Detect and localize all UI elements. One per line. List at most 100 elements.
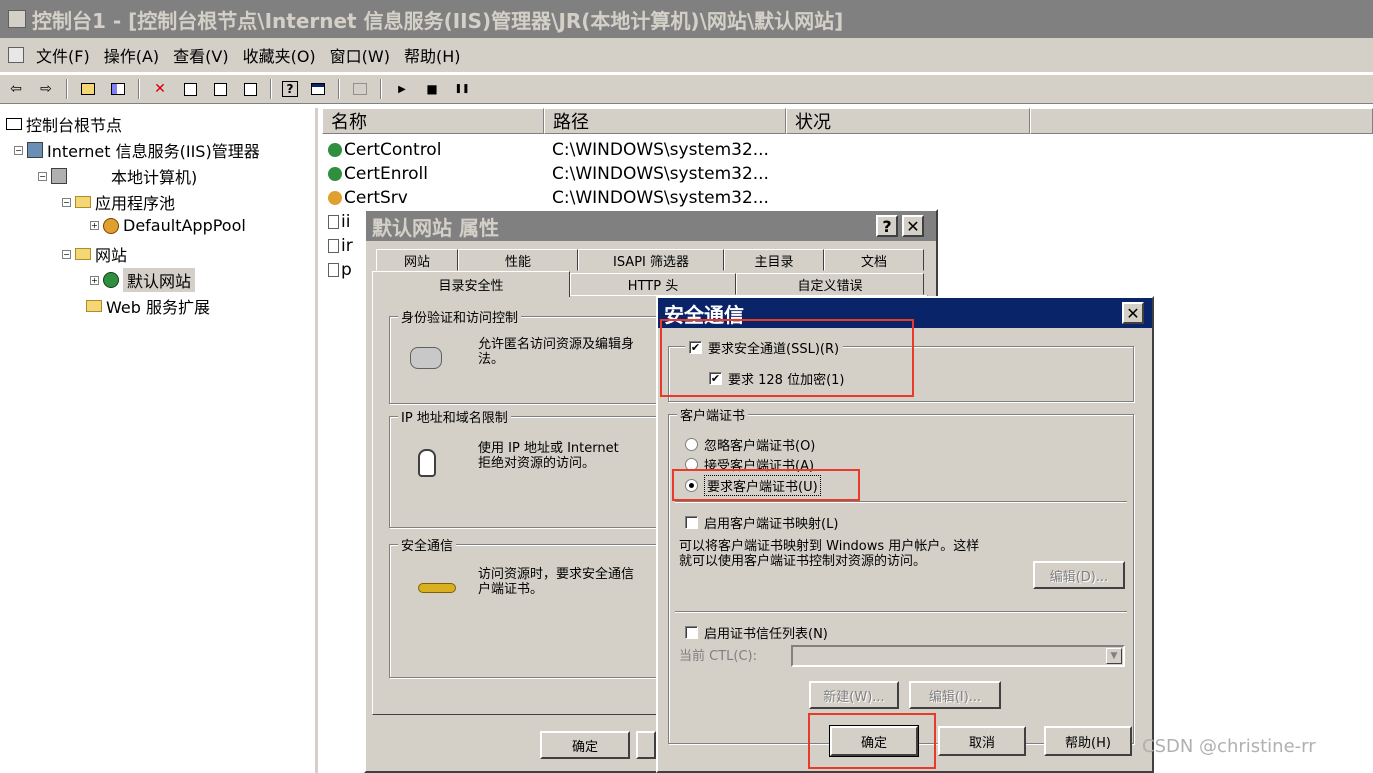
play-icon[interactable]: ▶ [392, 79, 412, 99]
show-hide-tree-icon[interactable] [108, 79, 128, 99]
annotation-highlight-ssl [660, 319, 914, 397]
toolbar-separator [138, 79, 140, 99]
toolbar: ⇦ ⇨ ✕ ? ▶ ■ ❚❚ [0, 74, 1373, 104]
toolbar-separator [66, 79, 68, 99]
tree-node-apppools[interactable]: − 应用程序池 [62, 190, 175, 214]
enable-cert-mapping-checkbox[interactable]: 启用客户端证书映射(L) [685, 513, 838, 532]
computer-icon[interactable] [350, 79, 370, 99]
key-icon [418, 583, 456, 593]
column-header-name[interactable]: 名称 [322, 108, 544, 134]
collapse-icon[interactable]: − [38, 171, 47, 181]
tab-isapi-filters[interactable]: ISAPI 筛选器 [578, 249, 724, 271]
menu-bar: 文件(F) 操作(A) 查看(V) 收藏夹(O) 窗口(W) 帮助(H) [0, 38, 1373, 72]
client-cert-group: 客户端证书 忽略客户端证书(O) 接受客户端证书(A) 要求客户端证书(U) 启… [668, 405, 1134, 744]
handshake-icon [410, 347, 442, 369]
console-root-icon [6, 118, 22, 130]
checkbox-unchecked-icon [685, 516, 698, 529]
cancel-button[interactable]: 取消 [938, 726, 1026, 756]
lock-icon [418, 449, 436, 477]
properties-title: 默认网站 属性 [372, 215, 499, 240]
folder-icon [75, 196, 91, 208]
help-button[interactable]: 帮助(H) [1044, 726, 1132, 756]
gear-icon [328, 191, 342, 205]
properties-icon[interactable] [180, 79, 200, 99]
toolbar-separator [380, 79, 382, 99]
pause-icon[interactable]: ❚❚ [452, 79, 472, 99]
mmc-icon [8, 10, 26, 28]
export-icon[interactable] [240, 79, 260, 99]
list-item[interactable]: p [328, 258, 352, 282]
toolbar-separator [270, 79, 272, 99]
tab-directory-security[interactable]: 目录安全性 [372, 271, 570, 297]
refresh-icon[interactable] [210, 79, 230, 99]
list-item[interactable]: CertSrv C:\WINDOWS\system32... [328, 186, 769, 210]
column-header-status[interactable]: 状况 [786, 108, 1030, 134]
radio-unselected-icon [685, 438, 698, 451]
tab-home-directory[interactable]: 主目录 [724, 249, 824, 271]
iis-icon [27, 142, 43, 158]
tree-node-iis[interactable]: − Internet 信息服务(IIS)管理器 [14, 138, 260, 162]
stop-icon[interactable]: ■ [422, 79, 442, 99]
properties-title-bar: 默认网站 属性 [366, 211, 936, 241]
tab-custom-errors[interactable]: 自定义错误 [736, 273, 924, 295]
expand-icon[interactable]: + [90, 275, 99, 285]
folder-icon [86, 300, 102, 312]
edit-mapping-button[interactable]: 编辑(D)... [1033, 561, 1125, 589]
watermark: CSDN @christine-rr [1142, 736, 1316, 757]
edit-ctl-button[interactable]: 编辑(I)... [909, 681, 1001, 709]
tab-performance[interactable]: 性能 [458, 249, 578, 271]
file-icon [328, 239, 339, 253]
console-icon[interactable] [8, 47, 24, 63]
help-icon[interactable]: ? [282, 81, 298, 97]
enable-ctl-checkbox[interactable]: 启用证书信任列表(N) [685, 623, 828, 642]
window-title: 控制台1 - [控制台根节点\Internet 信息服务(IIS)管理器\JR(… [32, 8, 844, 33]
separator [675, 501, 1127, 503]
tree-node-defaultsite[interactable]: + 默认网站 [90, 268, 196, 292]
mapping-description: 可以将客户端证书映射到 Windows 用户帐户。这样 就可以使用客户端证书控制… [679, 539, 980, 569]
tree-node-root[interactable]: 控制台根节点 [6, 112, 122, 136]
separator [675, 611, 1127, 613]
menu-favorites[interactable]: 收藏夹(O) [243, 43, 316, 67]
forward-icon[interactable]: ⇨ [36, 79, 56, 99]
tree-node-computer[interactable]: − 本地计算机) [38, 164, 197, 188]
list-item[interactable]: CertEnroll C:\WINDOWS\system32... [328, 162, 769, 186]
up-icon[interactable] [78, 79, 98, 99]
tab-documents[interactable]: 文档 [824, 249, 924, 271]
column-header-path[interactable]: 路径 [544, 108, 786, 134]
back-icon[interactable]: ⇦ [6, 79, 26, 99]
tab-website[interactable]: 网站 [376, 249, 458, 271]
tab-http-headers[interactable]: HTTP 头 [570, 273, 736, 295]
list-item[interactable]: ir [328, 234, 353, 258]
props-cancel-button[interactable] [636, 731, 656, 759]
list-item[interactable]: CertControl C:\WINDOWS\system32... [328, 138, 769, 162]
computer-icon [51, 168, 67, 184]
folder-icon [75, 248, 91, 260]
new-ctl-button[interactable]: 新建(W)... [809, 681, 899, 709]
close-icon[interactable]: ✕ [1122, 302, 1144, 324]
collapse-icon[interactable]: − [62, 249, 71, 259]
ignore-client-cert-radio[interactable]: 忽略客户端证书(O) [685, 435, 815, 454]
collapse-icon[interactable]: − [62, 197, 71, 207]
menu-view[interactable]: 查看(V) [173, 43, 228, 67]
menu-window[interactable]: 窗口(W) [330, 43, 390, 67]
chevron-down-icon[interactable]: ▼ [1106, 648, 1122, 664]
view-icon[interactable] [308, 79, 328, 99]
annotation-highlight-ok [808, 713, 936, 769]
props-ok-button[interactable]: 确定 [540, 731, 630, 759]
menu-file[interactable]: 文件(F) [36, 43, 90, 67]
tree-node-defaultapppool[interactable]: + DefaultAppPool [90, 216, 246, 235]
tree-node-websites[interactable]: − 网站 [62, 242, 127, 266]
expand-icon[interactable]: + [90, 221, 99, 230]
delete-icon[interactable]: ✕ [150, 79, 170, 99]
help-icon[interactable]: ? [876, 215, 898, 237]
checkbox-unchecked-icon [685, 626, 698, 639]
collapse-icon[interactable]: − [14, 145, 23, 155]
tree-node-webext[interactable]: Web 服务扩展 [86, 294, 210, 318]
current-ctl-dropdown[interactable]: ▼ [791, 645, 1125, 667]
menu-help[interactable]: 帮助(H) [404, 43, 461, 67]
list-item[interactable]: ii [328, 210, 350, 234]
globe-icon [103, 272, 119, 288]
globe-icon [328, 167, 342, 181]
close-icon[interactable]: ✕ [902, 215, 924, 237]
menu-action[interactable]: 操作(A) [104, 43, 159, 67]
